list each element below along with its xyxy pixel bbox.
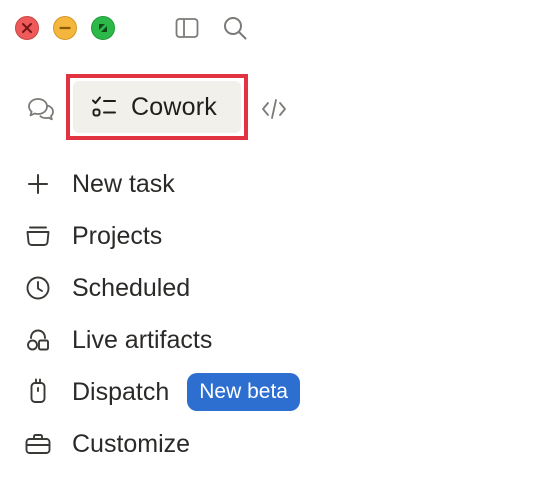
close-icon <box>22 23 32 33</box>
minimize-window-button[interactable] <box>53 16 77 40</box>
sidebar-toggle-button[interactable] <box>173 14 201 42</box>
nav-item-dispatch[interactable]: Dispatch New beta <box>24 368 300 416</box>
code-mode-button[interactable] <box>259 94 289 124</box>
new-beta-badge: New beta <box>187 373 300 411</box>
nav-item-label: Scheduled <box>72 273 191 302</box>
search-icon <box>224 17 247 40</box>
nav-item-label: Dispatch <box>72 377 170 406</box>
nav-item-projects[interactable]: Projects <box>24 212 162 260</box>
nav-item-label: Customize <box>72 429 191 458</box>
nav-item-new-task[interactable]: New task <box>24 160 175 208</box>
shapes-icon <box>24 326 52 354</box>
cowork-mode-tab[interactable]: Cowork <box>73 81 241 133</box>
minimize-icon <box>59 26 71 30</box>
nav-item-scheduled[interactable]: Scheduled <box>24 264 190 312</box>
chat-mode-button[interactable] <box>26 94 56 124</box>
maximize-window-button[interactable] <box>91 16 115 40</box>
device-icon <box>24 378 52 406</box>
nav-item-label: New task <box>72 169 175 198</box>
nav-item-live-artifacts[interactable]: Live artifacts <box>24 316 212 364</box>
chat-bubbles-icon <box>28 98 54 121</box>
code-icon <box>262 99 286 119</box>
mode-switcher: Cowork <box>0 74 543 140</box>
cowork-tab-highlight: Cowork <box>66 74 248 140</box>
fullscreen-icon <box>99 24 107 32</box>
nav-item-label: Live artifacts <box>72 325 213 354</box>
close-window-button[interactable] <box>15 16 39 40</box>
plus-icon <box>24 170 52 198</box>
clock-icon <box>24 274 52 302</box>
cowork-tab-label: Cowork <box>131 92 217 121</box>
briefcase-icon <box>24 430 52 458</box>
folder-icon <box>24 222 52 250</box>
search-button[interactable] <box>221 14 249 42</box>
sidebar-toggle-icon <box>175 18 199 38</box>
checklist-icon <box>92 96 116 117</box>
nav-item-customize[interactable]: Customize <box>24 420 190 468</box>
nav-item-label: Projects <box>72 221 163 250</box>
window-controls <box>15 16 115 40</box>
